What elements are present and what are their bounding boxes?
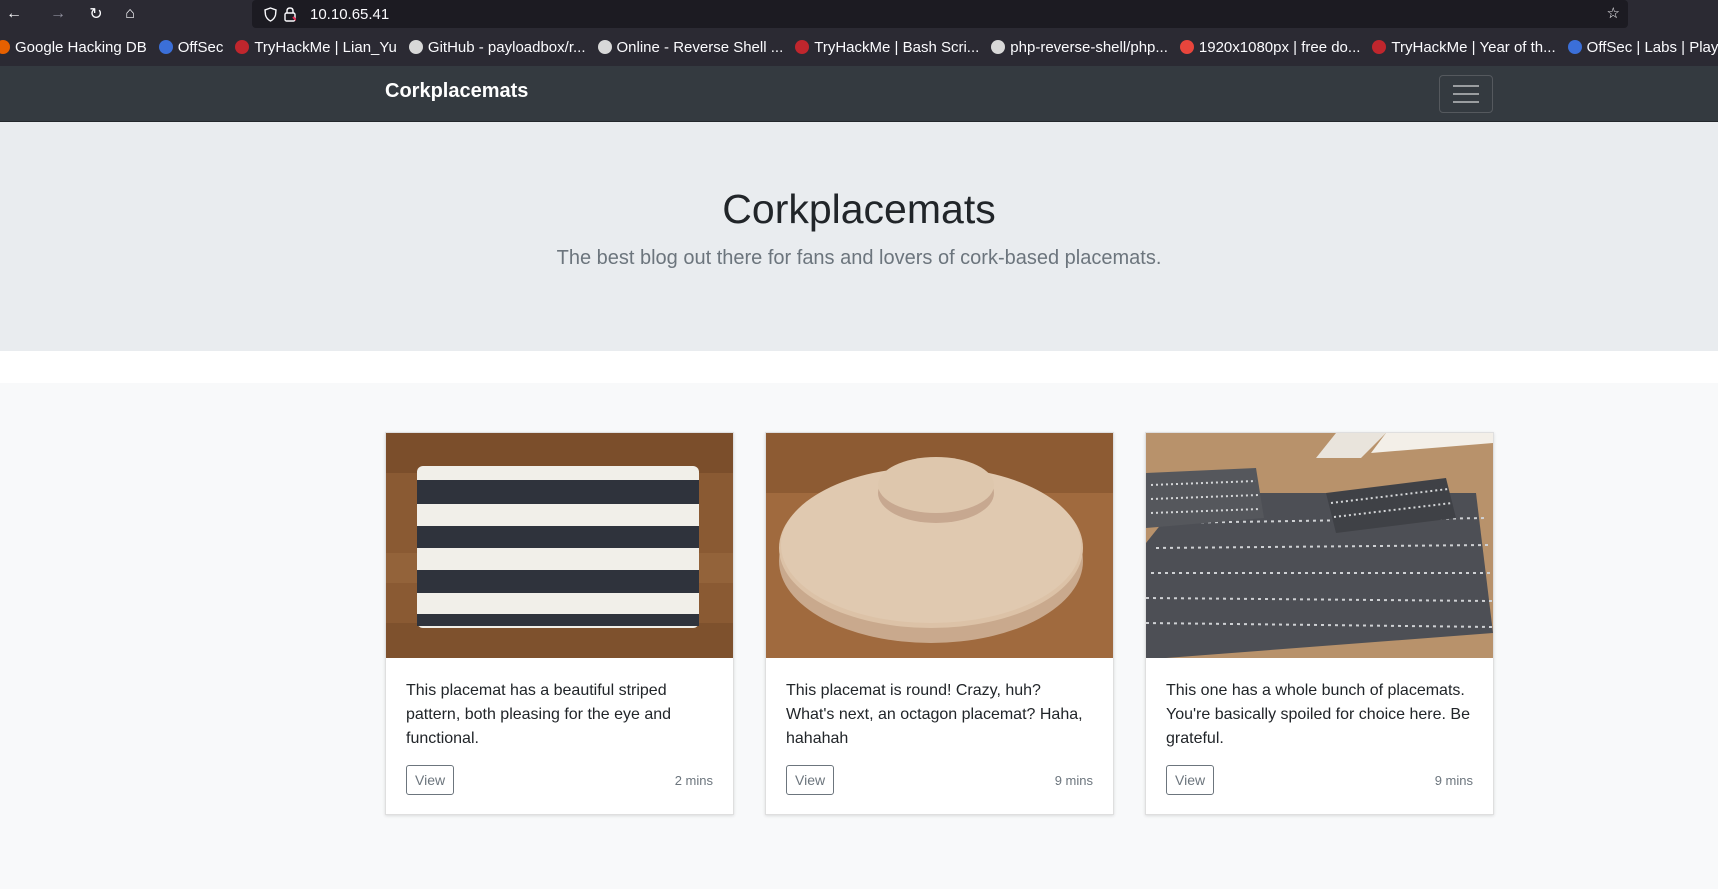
view-button[interactable]: View (406, 765, 455, 795)
favicon-icon (158, 40, 173, 54)
view-button[interactable]: View (786, 765, 835, 795)
bookmark-item[interactable]: OffSec | Labs | Play (1567, 39, 1718, 56)
bookmark-item[interactable]: Online - Reverse Shell ... (597, 39, 783, 56)
url-text: 10.10.65.41 (310, 5, 390, 23)
bookmark-item[interactable]: TryHackMe | Lian_Yu (235, 39, 397, 56)
shield-icon (260, 6, 280, 22)
placemat-set-image (1146, 433, 1493, 658)
home-icon[interactable]: ⌂ (116, 0, 144, 28)
bookmark-star-icon[interactable]: ☆ (1607, 4, 1620, 22)
hamburger-icon (1453, 101, 1479, 103)
github-icon (991, 40, 1006, 54)
favicon-icon (1567, 40, 1582, 54)
section-spacer (0, 351, 1718, 383)
blog-card: This placemat is round! Crazy, huh? What… (765, 432, 1114, 815)
bookmarks-toolbar: Google Hacking DB OffSec TryHackMe | Lia… (0, 28, 1718, 66)
back-icon[interactable]: ← (0, 0, 28, 28)
github-icon (408, 40, 423, 54)
address-bar[interactable]: 10.10.65.41 ☆ (252, 0, 1628, 28)
reload-icon[interactable]: ↻ (82, 0, 110, 28)
bookmark-item[interactable]: 1920x1080px | free do... (1179, 39, 1360, 56)
favicon-icon (1179, 40, 1194, 54)
hamburger-icon (1453, 93, 1479, 95)
card-text: This placemat has a beautiful striped pa… (406, 682, 672, 747)
read-time: 9 mins (1054, 772, 1093, 788)
blog-card: This one has a whole bunch of placemats.… (1145, 432, 1494, 815)
site-navbar: Corkplacemats (0, 66, 1718, 122)
favicon-icon (235, 40, 250, 54)
bookmark-item[interactable]: TryHackMe | Bash Scri... (795, 39, 979, 56)
lock-icon[interactable] (280, 6, 300, 22)
bookmark-item[interactable]: OffSec (158, 39, 223, 56)
read-time: 2 mins (674, 772, 713, 788)
forward-icon[interactable]: → (44, 0, 72, 28)
round-placemat-image (766, 433, 1113, 658)
read-time: 9 mins (1434, 772, 1473, 788)
bookmark-item[interactable]: Google Hacking DB (0, 39, 147, 56)
hero-section: Corkplacemats The best blog out there fo… (0, 122, 1718, 351)
card-text: This placemat is round! Crazy, huh? What… (786, 682, 1083, 747)
view-button[interactable]: View (1166, 765, 1215, 795)
hamburger-icon (1453, 85, 1479, 87)
skull-icon (597, 40, 612, 54)
striped-placemat-image (386, 433, 733, 658)
hero-subtitle: The best blog out there for fans and lov… (556, 247, 1162, 269)
browser-toolbar: ← → ↻ ⌂ 10.10.65.41 ☆ (0, 0, 1718, 28)
favicon-icon (0, 40, 10, 54)
menu-toggle-button[interactable] (1439, 75, 1493, 113)
hero-title: Corkplacemats (722, 186, 996, 232)
favicon-icon (1372, 40, 1387, 54)
card-text: This one has a whole bunch of placemats.… (1166, 682, 1470, 747)
blog-card: This placemat has a beautiful striped pa… (385, 432, 734, 815)
bookmark-item[interactable]: TryHackMe | Year of th... (1372, 39, 1556, 56)
card-grid: This placemat has a beautiful striped pa… (0, 383, 1718, 889)
bookmark-item[interactable]: GitHub - payloadbox/r... (408, 39, 586, 56)
navbar-brand[interactable]: Corkplacemats (385, 80, 528, 103)
bookmark-item[interactable]: php-reverse-shell/php... (991, 39, 1168, 56)
favicon-icon (795, 40, 810, 54)
